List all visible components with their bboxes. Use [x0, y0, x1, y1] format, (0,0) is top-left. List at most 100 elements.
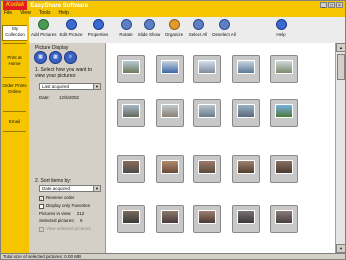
photo: [198, 104, 216, 118]
menu-help[interactable]: Help: [59, 10, 69, 17]
photo: [237, 160, 255, 174]
thumbnail[interactable]: [270, 155, 298, 183]
help-icon: [275, 19, 287, 30]
scroll-up-icon[interactable]: ▲: [336, 43, 345, 52]
sidebar-divider: [3, 77, 26, 78]
thumbnail[interactable]: [193, 205, 221, 233]
selected-pictures-value: 6: [80, 218, 83, 223]
deselect-all-button[interactable]: Deselect All: [212, 19, 236, 41]
toolbar-label: Properties: [87, 32, 109, 37]
menu-file[interactable]: File: [4, 10, 12, 17]
help-button[interactable]: Help: [269, 19, 293, 41]
menu-tools[interactable]: Tools: [39, 10, 51, 17]
thumbnail[interactable]: [156, 155, 184, 183]
sidebar-divider: [3, 111, 26, 112]
thumbnail[interactable]: [232, 205, 260, 233]
photo: [122, 160, 140, 174]
selected-pictures-label: Selected pictures:: [39, 218, 75, 223]
organize-icon: [168, 19, 180, 30]
photo: [275, 104, 293, 118]
reverse-order-checkbox[interactable]: ✓ Reverse order: [39, 195, 75, 201]
photo: [237, 60, 255, 74]
view-select[interactable]: Last acquired ▼: [39, 83, 101, 90]
close-button[interactable]: ×: [336, 2, 343, 9]
thumbnail[interactable]: [270, 205, 298, 233]
checkbox-icon: [39, 226, 44, 232]
photo: [122, 210, 140, 224]
view-selected-label: View selected pictures: [46, 226, 91, 231]
sidebar-divider: [3, 43, 26, 44]
scroll-thumb[interactable]: [337, 54, 345, 80]
slide-show-icon: [143, 19, 155, 30]
window-controls: _ □ ×: [320, 2, 343, 9]
photo: [198, 60, 216, 74]
menu-view[interactable]: View: [20, 10, 31, 17]
photo: [161, 160, 179, 174]
photo: [237, 210, 255, 224]
easyshare-window: Kodak EasyShare Software _ □ × File View…: [0, 0, 346, 260]
rotate-icon: [120, 19, 132, 30]
toolbar-label: Select All: [188, 32, 208, 37]
thumbnail-grid: [105, 43, 336, 253]
scroll-down-icon[interactable]: ▼: [336, 244, 345, 253]
thumbnail[interactable]: [270, 99, 298, 127]
thumbnail[interactable]: [232, 155, 260, 183]
rotate-button[interactable]: Rotate: [114, 19, 138, 41]
photo: [275, 60, 293, 74]
step-1-label: 1. Select how you want to view your pict…: [35, 67, 92, 79]
view-selected-checkbox[interactable]: View selected pictures: [39, 226, 91, 232]
add-pictures-button[interactable]: Add Pictures: [31, 19, 57, 41]
select-all-icon: [192, 19, 204, 30]
sidebar-tab-my-collection[interactable]: My Collection: [2, 25, 27, 41]
display-favorites-label: Display only Favorites: [46, 203, 91, 208]
thumbnail[interactable]: [156, 55, 184, 83]
kodak-logo: Kodak: [3, 1, 28, 10]
thumbnail[interactable]: [117, 155, 145, 183]
view-select-value: Last acquired: [42, 84, 70, 89]
sidebar-tab-print-at-home[interactable]: Print at Home: [2, 55, 27, 66]
title-bar: Kodak EasyShare Software _ □ ×: [1, 1, 345, 10]
thumbnail[interactable]: [117, 99, 145, 127]
organize-button[interactable]: Organize: [162, 19, 186, 41]
thumbnail[interactable]: [117, 205, 145, 233]
vertical-scrollbar[interactable]: ▲ ▼: [335, 43, 345, 253]
checkbox-icon: [39, 203, 44, 209]
deselect-all-icon: [218, 19, 230, 30]
display-favorites-checkbox[interactable]: Display only Favorites: [39, 203, 90, 209]
thumbnail[interactable]: [193, 99, 221, 127]
slide-show-button[interactable]: Slide Show: [137, 19, 161, 41]
photo: [275, 210, 293, 224]
properties-button[interactable]: Properties: [86, 19, 110, 41]
thumbnail[interactable]: [193, 55, 221, 83]
date-label: Date:: [39, 95, 50, 100]
sidebar-tab-order-prints[interactable]: Order Prints Online: [2, 83, 27, 94]
chevron-down-icon: ▼: [93, 84, 100, 89]
add-pictures-icon: [37, 19, 49, 30]
thumbnail[interactable]: [232, 99, 260, 127]
photo: [122, 104, 140, 118]
display-medium-button[interactable]: ▦: [49, 51, 62, 64]
photo: [161, 210, 179, 224]
toolbar-label: Rotate: [119, 32, 133, 37]
toolbar-label: Organize: [164, 32, 184, 37]
photo: [122, 60, 140, 74]
photo: [198, 160, 216, 174]
edit-picture-button[interactable]: Edit Picture: [59, 19, 83, 41]
thumbnail[interactable]: [270, 55, 298, 83]
sidebar-tab-email[interactable]: Email: [2, 119, 27, 125]
sort-select[interactable]: Date acquired ▼: [39, 185, 101, 192]
thumbnail[interactable]: [193, 155, 221, 183]
thumbnail[interactable]: [156, 99, 184, 127]
thumbnail[interactable]: [117, 55, 145, 83]
thumbnail[interactable]: [156, 205, 184, 233]
checkmark-icon: ✓: [39, 195, 44, 201]
select-all-button[interactable]: Select All: [186, 19, 210, 41]
minimize-button[interactable]: _: [320, 2, 327, 9]
maximize-button[interactable]: □: [328, 2, 335, 9]
display-list-button[interactable]: ≡: [64, 51, 77, 64]
pictures-in-view-value: 212: [76, 211, 85, 216]
display-large-button[interactable]: ▦: [34, 51, 47, 64]
status-bar: Total size of selected pictures: 0.00 MB: [1, 253, 345, 259]
thumbnail[interactable]: [232, 55, 260, 83]
toolbar-label: Deselect All: [212, 32, 236, 37]
